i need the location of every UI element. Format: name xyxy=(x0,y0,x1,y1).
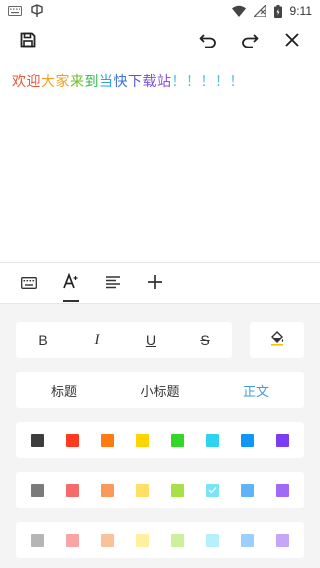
close-icon xyxy=(284,32,300,52)
editor-char: 到 xyxy=(84,74,99,90)
status-time: 9:11 xyxy=(289,4,312,18)
align-left-icon xyxy=(105,274,121,293)
editor-char: ！ xyxy=(229,74,244,90)
color-swatch[interactable] xyxy=(31,433,44,447)
redo-button[interactable] xyxy=(236,28,264,56)
insert-button[interactable] xyxy=(134,263,176,303)
color-swatch[interactable] xyxy=(101,533,114,547)
strikethrough-button[interactable]: S xyxy=(178,322,232,358)
editor-char: ！ xyxy=(215,74,230,90)
style-heading-button[interactable]: 标题 xyxy=(16,372,112,408)
wifi-icon xyxy=(231,5,246,17)
editor-char: 下 xyxy=(128,74,143,90)
color-swatch[interactable] xyxy=(206,483,219,497)
editor-char: 迎 xyxy=(26,74,41,90)
editor-char: ！ xyxy=(200,74,215,90)
editor-text[interactable]: 欢迎大家来到当快下载站！！！！！ xyxy=(12,72,308,95)
status-bar: 9:11 xyxy=(0,0,320,22)
color-row-2 xyxy=(16,472,304,508)
bold-button[interactable]: B xyxy=(16,322,70,358)
keyboard-icon xyxy=(21,274,37,293)
undo-icon xyxy=(199,32,217,52)
color-swatch[interactable] xyxy=(171,433,184,447)
save-icon xyxy=(20,32,36,52)
rich-text-editor[interactable]: 欢迎大家来到当快下载站！！！！！ xyxy=(0,62,320,262)
clear-format-button[interactable] xyxy=(250,322,304,358)
style-subheading-button[interactable]: 小标题 xyxy=(112,372,208,408)
keyboard-toggle-button[interactable] xyxy=(8,263,50,303)
check-icon xyxy=(208,487,217,494)
plus-icon xyxy=(148,274,162,293)
color-swatch[interactable] xyxy=(101,433,114,447)
close-button[interactable] xyxy=(278,28,306,56)
editor-char: 当 xyxy=(99,74,114,90)
no-signal-icon xyxy=(253,5,266,17)
redo-icon xyxy=(241,32,259,52)
app-notification-icon xyxy=(30,4,44,18)
editor-char: 欢 xyxy=(12,74,27,90)
paint-bucket-icon xyxy=(269,330,285,350)
color-swatch[interactable] xyxy=(136,433,149,447)
save-button[interactable] xyxy=(14,28,42,56)
keyboard-status-icon xyxy=(8,6,22,16)
color-row-1 xyxy=(16,422,304,458)
color-swatch[interactable] xyxy=(31,483,44,497)
underline-button[interactable]: U xyxy=(124,322,178,358)
italic-button[interactable]: I xyxy=(70,322,124,358)
app-bar xyxy=(0,22,320,62)
color-swatch[interactable] xyxy=(241,533,254,547)
color-swatch[interactable] xyxy=(101,483,114,497)
color-swatch[interactable] xyxy=(241,483,254,497)
color-swatch[interactable] xyxy=(66,483,79,497)
color-swatch[interactable] xyxy=(171,533,184,547)
text-format-tab[interactable] xyxy=(50,263,92,303)
color-swatch[interactable] xyxy=(276,533,289,547)
color-swatch[interactable] xyxy=(31,533,44,547)
color-swatch[interactable] xyxy=(276,483,289,497)
color-swatch[interactable] xyxy=(136,533,149,547)
editor-char: 来 xyxy=(70,74,85,90)
editor-char: ！ xyxy=(171,74,186,90)
color-swatch[interactable] xyxy=(66,533,79,547)
editor-char: 快 xyxy=(113,74,128,90)
align-button[interactable] xyxy=(92,263,134,303)
color-swatch[interactable] xyxy=(171,483,184,497)
color-swatch[interactable] xyxy=(66,433,79,447)
color-row-3 xyxy=(16,522,304,558)
text-style-buttons: B I U S xyxy=(16,322,232,358)
color-swatch[interactable] xyxy=(136,483,149,497)
format-panel: B I U S 标题 小标题 正文 xyxy=(0,304,320,568)
editor-char: 家 xyxy=(55,74,70,90)
color-swatch[interactable] xyxy=(206,433,219,447)
editor-toolbar xyxy=(0,262,320,304)
battery-icon xyxy=(273,4,282,18)
editor-char: 站 xyxy=(157,74,172,90)
editor-char: ！ xyxy=(186,74,201,90)
style-body-button[interactable]: 正文 xyxy=(208,372,304,408)
color-swatch[interactable] xyxy=(241,433,254,447)
editor-char: 载 xyxy=(142,74,157,90)
text-format-icon xyxy=(63,272,79,293)
paragraph-style-selector: 标题 小标题 正文 xyxy=(16,372,304,408)
color-swatch[interactable] xyxy=(206,533,219,547)
undo-button[interactable] xyxy=(194,28,222,56)
color-swatch[interactable] xyxy=(276,433,289,447)
editor-char: 大 xyxy=(41,74,56,90)
